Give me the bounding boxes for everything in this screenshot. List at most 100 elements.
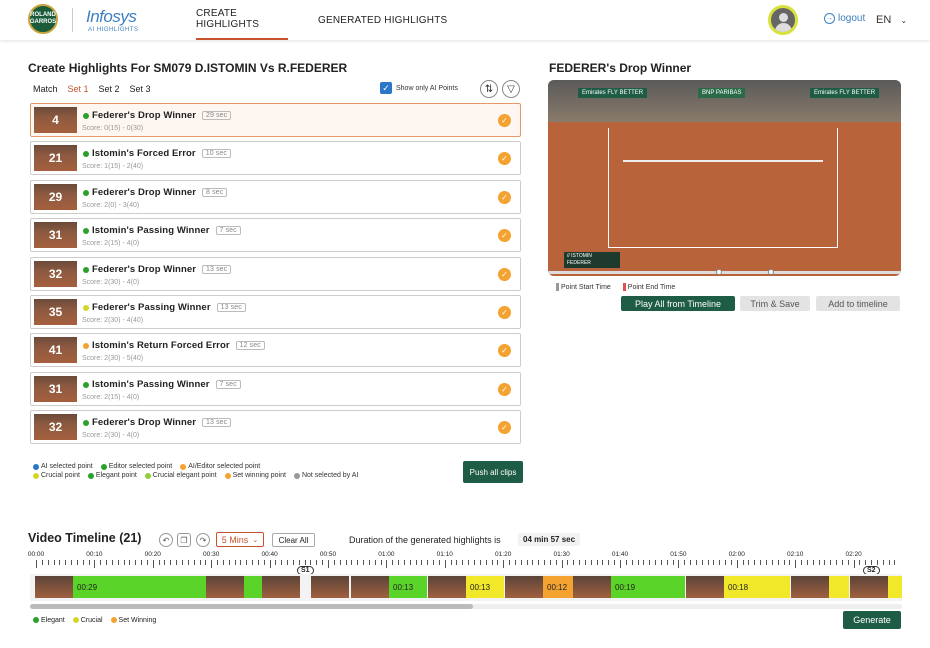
copy-button[interactable]: ❐: [177, 533, 191, 547]
timeline-tick: [444, 560, 446, 568]
push-all-clips-button[interactable]: Push all clips: [463, 461, 523, 483]
timeline-clip-elegant[interactable]: 00:19: [611, 576, 685, 598]
clip-thumbnail[interactable]: [686, 576, 724, 598]
list-item[interactable]: 32 Federer's Drop Winner 13 sec Score: 2(30…: [30, 410, 521, 445]
timeline-track[interactable]: 00:29 00:13 00:13 00:12 00:19 00:18: [30, 574, 902, 601]
language-select[interactable]: EN ⌄: [876, 14, 907, 26]
undo-button[interactable]: ↶: [159, 533, 173, 547]
clip-thumbnail[interactable]: [573, 576, 611, 598]
clip-thumbnail[interactable]: [791, 576, 829, 598]
clip-thumbnail[interactable]: [428, 576, 466, 598]
timeline-tick-label: 00:00: [27, 551, 45, 558]
video-seekbar[interactable]: [548, 269, 901, 275]
timeline-scrollbar[interactable]: [30, 604, 902, 609]
avatar[interactable]: [768, 5, 798, 35]
trim-save-button[interactable]: Trim & Save: [740, 296, 810, 311]
undo-icon: ↶: [162, 535, 170, 545]
clip-thumbnail[interactable]: [35, 576, 73, 598]
duration-value: 04 min 57 sec: [518, 533, 581, 546]
filter-button[interactable]: ▽: [502, 80, 520, 98]
list-item[interactable]: 4 Federer's Drop Winner 29 sec Score: 0(15)…: [30, 103, 521, 137]
timeline-clip-crucial[interactable]: 00:18: [724, 576, 790, 598]
timeline-tick: [801, 560, 803, 565]
tab-set-3[interactable]: Set 3: [130, 84, 151, 94]
timeline-tick: [859, 560, 861, 565]
timeline-tick: [719, 560, 721, 565]
timeline-tick: [71, 560, 73, 565]
timeline-tick: [164, 560, 166, 565]
sort-button[interactable]: ⇅: [480, 80, 498, 98]
timeline-tick: [298, 560, 300, 565]
list-item[interactable]: 41 Istomin's Return Forced Error 12 sec Sco…: [30, 333, 521, 368]
legend-dot: [33, 617, 39, 624]
generate-button[interactable]: Generate: [843, 611, 901, 629]
play-all-button[interactable]: Play All from Timeline: [621, 296, 735, 311]
legend-item: Set winning point: [224, 472, 286, 479]
seek-start-handle[interactable]: [716, 269, 722, 275]
timeline-tick: [660, 560, 662, 565]
timeline-tick: [328, 560, 329, 568]
redo-button[interactable]: ↷: [196, 533, 210, 547]
clip-thumbnail[interactable]: [850, 576, 888, 598]
scoreboard-player-1: // ISTOMIN: [567, 253, 592, 259]
timeline-tick: [111, 560, 113, 565]
timeline-tick: [520, 560, 522, 565]
list-item[interactable]: 32 Federer's Drop Winner 13 sec Score: 2(30…: [30, 256, 521, 291]
clip-thumbnail[interactable]: [505, 576, 543, 598]
duration-select[interactable]: 5 Mins ⌄: [216, 532, 264, 547]
list-item[interactable]: 29 Federer's Drop Winner 8 sec Score: 2(0) …: [30, 179, 521, 214]
timeline-tick: [760, 560, 762, 565]
selected-check-icon[interactable]: ✓: [498, 152, 511, 166]
timeline-clip-elegant[interactable]: 00:29: [73, 576, 206, 598]
tab-set-1[interactable]: Set 1: [68, 84, 89, 94]
selected-check-icon[interactable]: ✓: [498, 267, 511, 281]
selected-check-icon[interactable]: ✓: [498, 382, 511, 396]
legend-label: AI/Editor selected point: [188, 463, 261, 470]
point-score: Score: 0(15) - 0(30): [82, 125, 144, 132]
tab-match[interactable]: Match: [33, 84, 58, 94]
timeline-tick: [549, 560, 551, 565]
clip-thumbnail[interactable]: [262, 576, 300, 598]
timeline-clip-set-winning[interactable]: 00:12: [543, 576, 573, 598]
seek-end-handle[interactable]: [768, 269, 774, 275]
clip-thumbnail[interactable]: [351, 576, 389, 598]
selected-check-icon[interactable]: ✓: [498, 305, 511, 319]
timeline-clip-crucial[interactable]: [829, 576, 849, 598]
list-item[interactable]: 31 Istomin's Passing Winner 7 sec Score: 2(…: [30, 218, 521, 253]
video-player[interactable]: Emirates FLY BETTER BNP PARIBAS Emirates…: [548, 80, 901, 276]
list-item[interactable]: 21 Istomin's Forced Error 10 sec Score: 1(1…: [30, 141, 521, 176]
clip-thumbnail[interactable]: [311, 576, 349, 598]
clear-all-button[interactable]: Clear All: [272, 533, 315, 547]
timeline-tick: [468, 560, 470, 565]
selected-check-icon[interactable]: ✓: [498, 344, 511, 358]
list-item[interactable]: 35 Federer's Passing Winner 13 sec Score: 2…: [30, 294, 521, 329]
chevron-down-icon: ⌄: [252, 536, 259, 544]
selected-check-icon[interactable]: ✓: [498, 229, 511, 243]
timeline-tick: [655, 560, 657, 565]
point-duration: 12 sec: [235, 341, 265, 351]
point-name: Federer's Drop Winner: [92, 417, 197, 429]
tab-generated-highlights[interactable]: GENERATED HIGHLIGHTS: [318, 0, 447, 40]
timeline-scroll-thumb[interactable]: [30, 604, 473, 609]
add-to-timeline-button[interactable]: Add to timeline: [816, 296, 900, 311]
list-item[interactable]: 31 Istomin's Passing Winner 7 sec Score: 2(…: [30, 371, 521, 406]
timeline-tick: [135, 560, 137, 565]
timeline-tick: [257, 560, 259, 565]
point-thumbnail: 29: [34, 183, 77, 210]
timeline-clip-crucial[interactable]: 00:13: [466, 576, 504, 598]
timeline-clip-crucial[interactable]: [888, 576, 902, 598]
logout-link[interactable]: → logout: [824, 13, 865, 24]
selected-check-icon[interactable]: ✓: [498, 421, 511, 435]
timeline-tick: [252, 560, 254, 565]
selected-check-icon[interactable]: ✓: [498, 190, 511, 204]
timeline-clip-elegant[interactable]: [244, 576, 262, 598]
timeline-tick-label: 01:20: [495, 551, 512, 558]
tab-create-highlights[interactable]: CREATE HIGHLIGHTS: [196, 0, 288, 40]
timeline-clip-elegant[interactable]: 00:13: [389, 576, 427, 598]
point-thumbnail: 4: [34, 107, 77, 133]
clip-thumbnail[interactable]: [206, 576, 244, 598]
selected-check-icon[interactable]: ✓: [498, 114, 511, 127]
timeline-tick: [152, 560, 154, 568]
show-ai-points-checkbox[interactable]: ✓ Show only AI Points: [380, 82, 458, 94]
tab-set-2[interactable]: Set 2: [99, 84, 120, 94]
